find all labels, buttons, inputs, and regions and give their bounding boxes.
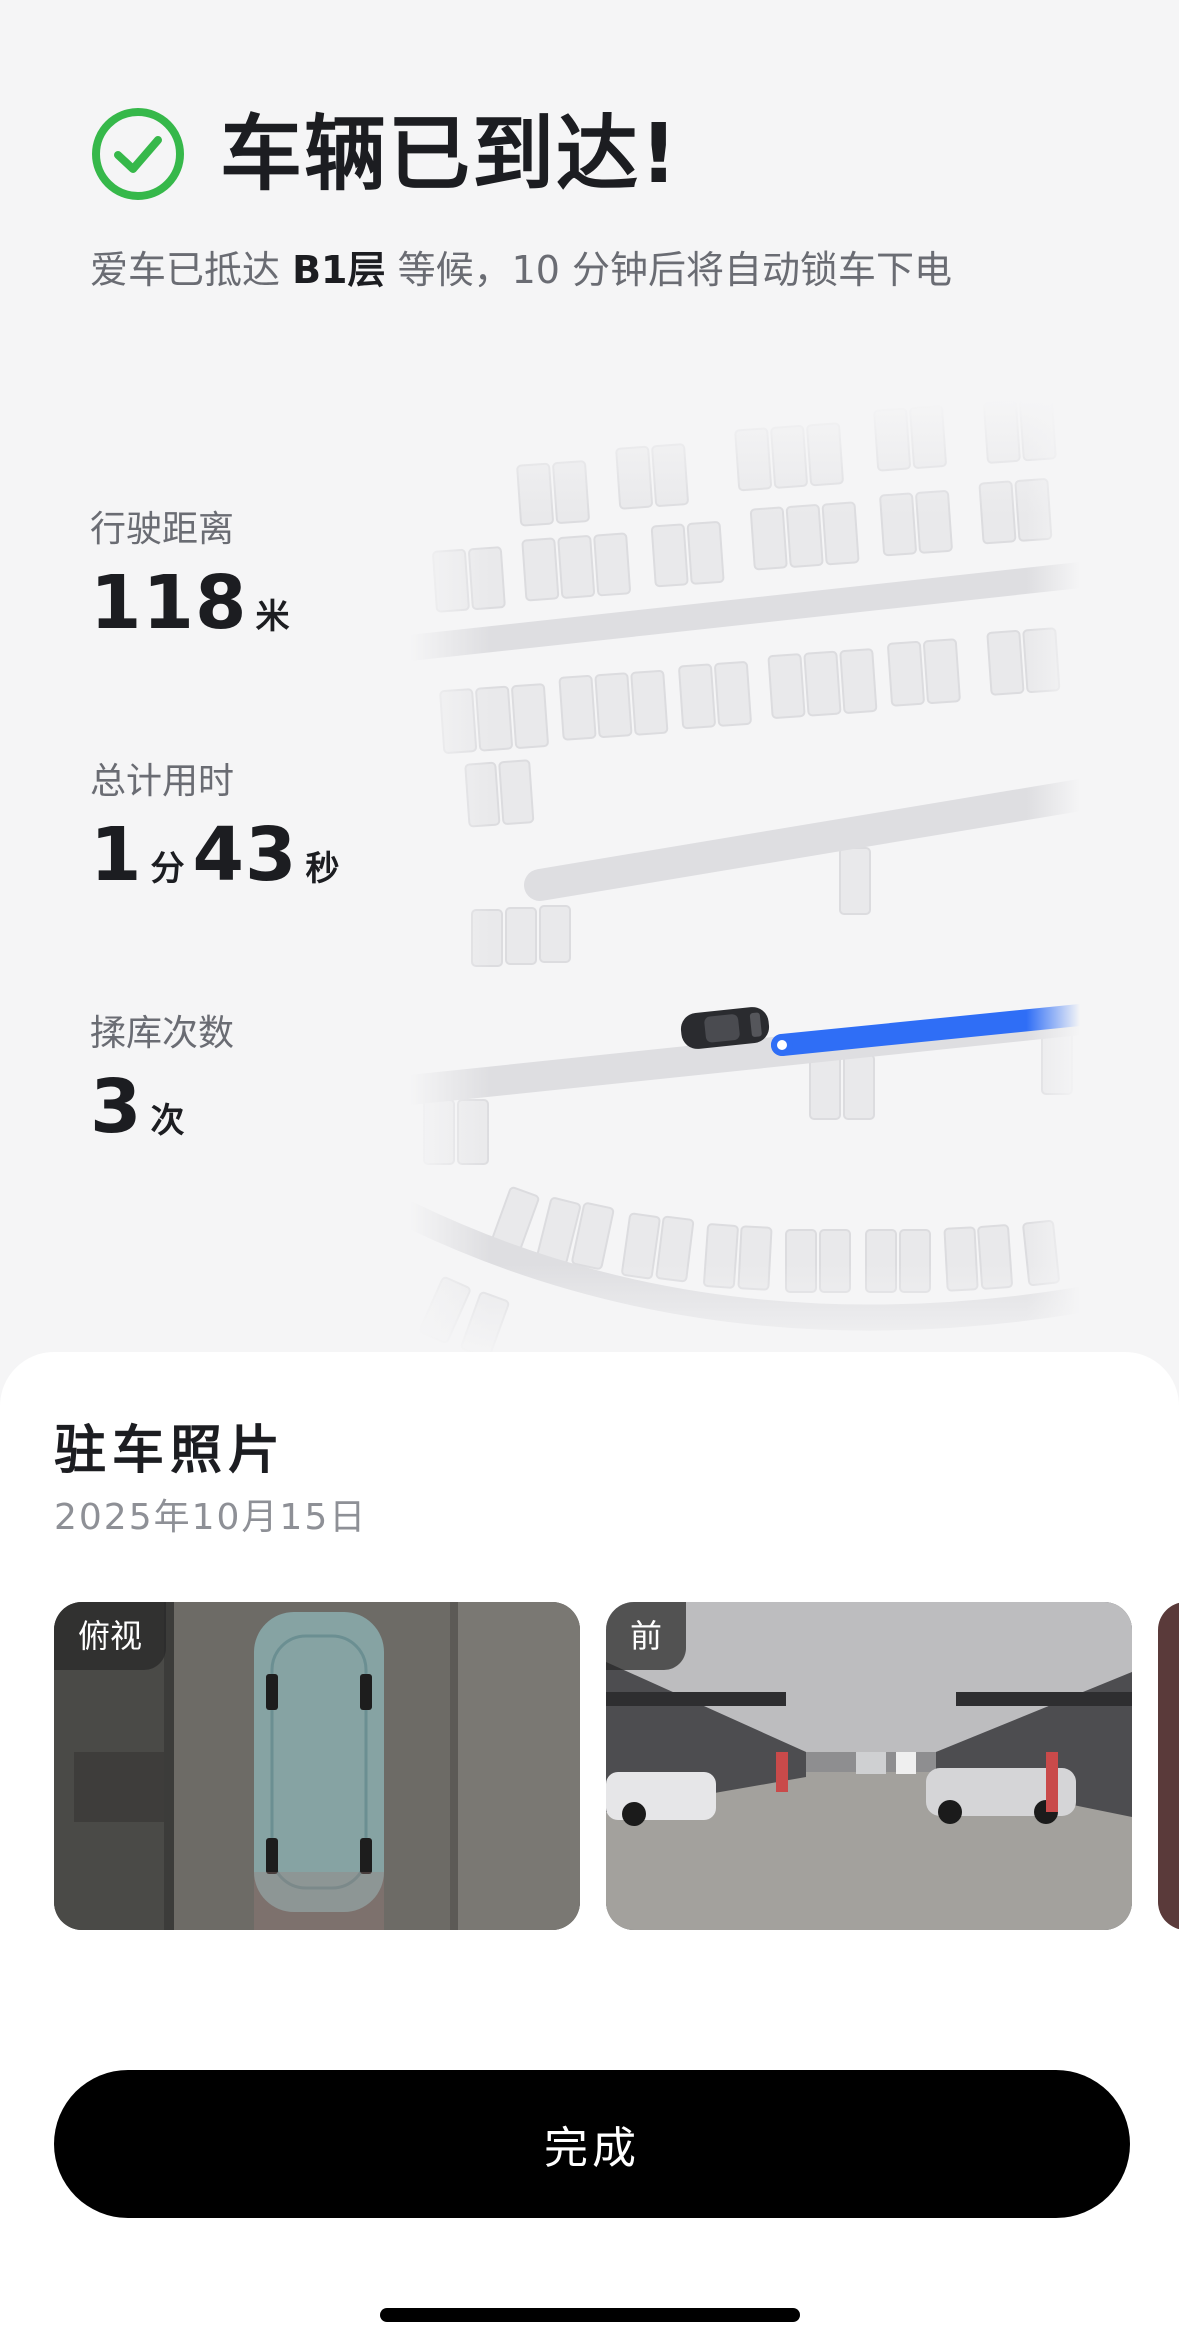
photo-front-view[interactable]: 前: [606, 1602, 1132, 1930]
parking-photos-title: 驻车照片: [54, 1421, 287, 1481]
maneuvers-value: 3次: [90, 1064, 193, 1150]
parking-map: [410, 400, 1080, 1360]
distance-value: 118 米: [90, 560, 297, 646]
home-indicator[interactable]: [380, 2308, 800, 2322]
subtitle-suffix: 等候，10 分钟后将自动锁车下电: [385, 248, 953, 292]
duration-label: 总计用时: [90, 761, 235, 802]
photo-tag-top-view: 俯视: [54, 1602, 167, 1670]
parking-photos-sheet: 驻车照片 2025年10月15日 俯视 前 完成: [0, 1352, 1179, 2340]
duration-value: 1 分 43 秒: [90, 812, 347, 898]
duration-minutes-unit: 分: [150, 849, 185, 889]
distance-unit: 米: [255, 597, 290, 637]
photo-tag-front-view: 前: [606, 1602, 687, 1670]
floor-label: B1层: [292, 248, 386, 292]
check-circle-icon: [92, 108, 184, 200]
photo-top-view[interactable]: 俯视: [54, 1602, 580, 1930]
duration-seconds-unit: 秒: [305, 849, 340, 889]
photo-carousel[interactable]: 俯视 前: [0, 1602, 1179, 1932]
duration-seconds: 43: [192, 812, 298, 898]
done-button[interactable]: 完成: [54, 2070, 1130, 2218]
arrival-subtitle: 爱车已抵达 B1层 等候，10 分钟后将自动锁车下电: [90, 242, 952, 298]
maneuvers-unit: 次: [150, 1101, 185, 1141]
page-title: 车辆已到达!: [220, 107, 680, 202]
parking-photos-date: 2025年10月15日: [54, 1497, 368, 1538]
subtitle-prefix: 爱车已抵达: [90, 248, 293, 292]
maneuvers-number: 3: [90, 1064, 143, 1150]
arrival-summary: 车辆已到达! 爱车已抵达 B1层 等候，10 分钟后将自动锁车下电 行驶距离 1…: [0, 0, 1179, 1360]
photo-next-peek[interactable]: [1158, 1602, 1179, 1930]
distance-number: 118: [90, 560, 248, 646]
distance-label: 行驶距离: [90, 509, 235, 550]
maneuvers-label: 揉库次数: [90, 1013, 235, 1054]
duration-minutes: 1: [90, 812, 143, 898]
